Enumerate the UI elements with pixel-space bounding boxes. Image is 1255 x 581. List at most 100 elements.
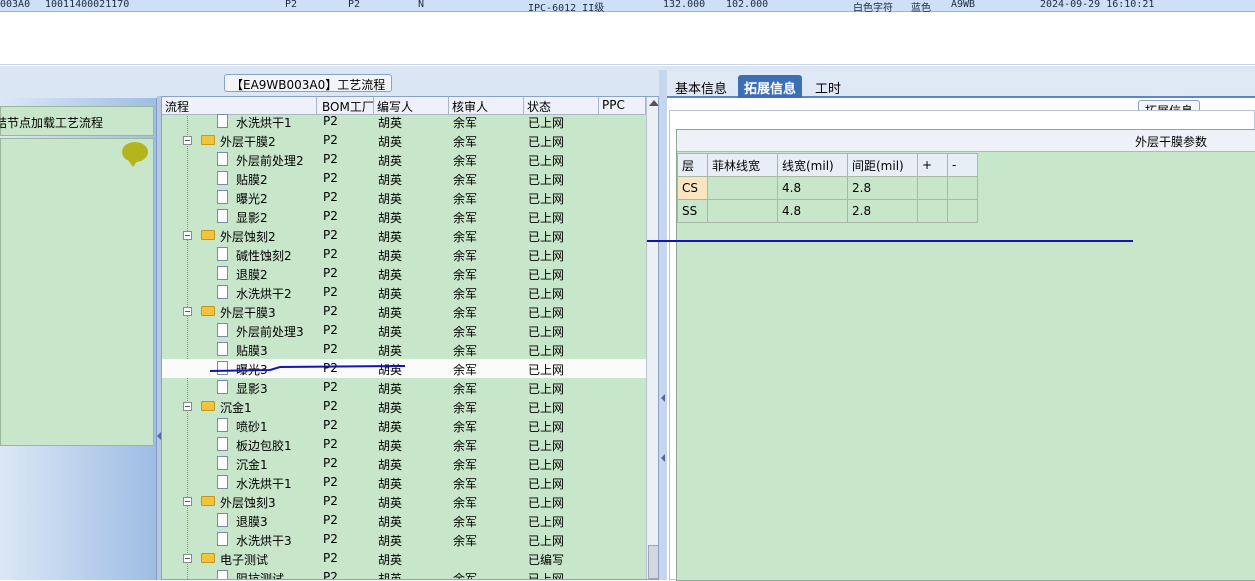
record-cell: P2	[285, 0, 298, 10]
tree-row[interactable]: 曝光2 P2 胡英 余军 已上网	[162, 188, 646, 207]
tree-row[interactable]: 水洗烘干1 P2 胡英 余军 已上网	[162, 473, 646, 492]
parameter-title: 外层干膜参数	[1135, 135, 1208, 149]
parameter-cell[interactable]	[947, 176, 978, 200]
tree-row[interactable]: 碱性蚀刻2 P2 胡英 余军 已上网	[162, 245, 646, 264]
reviewer-cell: 余军	[453, 211, 478, 225]
parameter-cell[interactable]	[917, 199, 948, 223]
detail-tabs: 基本信息 拓展信息 工时	[667, 70, 1255, 98]
reviewer-cell: 余军	[453, 477, 478, 491]
tree-folder-row[interactable]: − 外层干膜2 P2 胡英 余军 已上网	[162, 131, 646, 150]
collapse-toggle-icon[interactable]: −	[183, 307, 192, 316]
reviewer-cell: 余军	[453, 458, 478, 472]
collapse-toggle-icon[interactable]: −	[183, 136, 192, 145]
parameter-cell[interactable]	[707, 199, 778, 223]
load-hint: 结节点加载工艺流程	[0, 106, 154, 136]
collapse-toggle-icon[interactable]: −	[183, 402, 192, 411]
record-cell: A9WB	[951, 0, 976, 10]
tree-row[interactable]: 外层前处理3 P2 胡英 余军 已上网	[162, 321, 646, 340]
process-tree-panel: 流程 BOM工厂 编写人 核审人 状态 PPC 水洗烘干1 P2 胡英 余军 已上网 − 外层干膜2 P…	[161, 96, 659, 580]
parameter-cell[interactable]: 4.8	[777, 199, 848, 223]
collapse-toggle-icon[interactable]: −	[183, 231, 192, 240]
folder-icon	[201, 306, 215, 316]
tree-scrollbar[interactable]	[646, 97, 658, 579]
parameter-row[interactable]: CS 4.8 2.8	[677, 176, 978, 200]
speech-bubble-icon[interactable]	[122, 142, 148, 167]
tree-folder-row[interactable]: − 沉金1 P2 胡英 余军 已上网	[162, 397, 646, 416]
writer-cell: 胡英	[378, 458, 403, 472]
writer-cell: 胡英	[378, 135, 403, 149]
tree-row[interactable]: 退膜3 P2 胡英 余军 已上网	[162, 511, 646, 530]
parameter-cell[interactable]: 4.8	[777, 176, 848, 200]
document-icon	[217, 437, 228, 451]
left-green-area	[0, 138, 154, 446]
step-name-cell: 沉金1	[220, 401, 252, 415]
reviewer-cell: 余军	[453, 401, 478, 415]
tree-row[interactable]: 阻抗测试 P2 胡英 余军 已上网	[162, 568, 646, 580]
record-cell: IPC-6012 II级	[528, 3, 605, 14]
writer-cell: 胡英	[378, 496, 403, 510]
step-name-cell: 水洗烘干3	[236, 534, 292, 548]
tree-folder-row[interactable]: − 电子测试 P2 胡英 已编写	[162, 549, 646, 568]
status-cell: 已上网	[528, 439, 565, 453]
bom-factory-cell: P2	[323, 304, 338, 318]
left-panel: 结节点加载工艺流程	[0, 98, 157, 580]
record-row[interactable]: 003A0 10011400021170 P2 P2 N IPC-6012 II级 132.…	[0, 0, 1255, 14]
reviewer-cell: 余军	[453, 230, 478, 244]
parameter-cell[interactable]	[947, 199, 978, 223]
reviewer-cell: 余军	[453, 439, 478, 453]
parameter-header-cell[interactable]: -	[947, 153, 978, 177]
reviewer-cell: 余军	[453, 534, 478, 548]
bom-factory-cell: P2	[323, 114, 338, 128]
tree-folder-row[interactable]: − 外层干膜3 P2 胡英 余军 已上网	[162, 302, 646, 321]
parameter-cell[interactable]: 2.8	[847, 176, 918, 200]
tab-1[interactable]: 拓展信息	[738, 75, 803, 98]
status-cell: 已上网	[528, 420, 565, 434]
parameter-cell[interactable]: 2.8	[847, 199, 918, 223]
tree-folder-row[interactable]: − 外层蚀刻2 P2 胡英 余军 已上网	[162, 226, 646, 245]
tree-row[interactable]: 沉金1 P2 胡英 余军 已上网	[162, 454, 646, 473]
bom-factory-cell: P2	[323, 513, 338, 527]
bom-factory-cell: P2	[323, 456, 338, 470]
tree-row[interactable]: 水洗烘干3 P2 胡英 余军 已上网	[162, 530, 646, 549]
parameter-cell[interactable]	[917, 176, 948, 200]
step-name-cell: 喷砂1	[236, 420, 268, 434]
collapse-toggle-icon[interactable]: −	[183, 554, 192, 563]
bom-factory-cell: P2	[323, 570, 338, 580]
bom-factory-cell: P2	[323, 323, 338, 337]
tree-row[interactable]: 喷砂1 P2 胡英 余军 已上网	[162, 416, 646, 435]
reviewer-cell: 余军	[453, 249, 478, 263]
collapse-toggle-icon[interactable]: −	[183, 497, 192, 506]
record-cell: 003A0	[0, 0, 31, 10]
document-icon	[217, 247, 228, 261]
parameter-header-cell[interactable]: +	[917, 153, 948, 177]
tree-row[interactable]: 贴膜2 P2 胡英 余军 已上网	[162, 169, 646, 188]
tree-row[interactable]: 显影3 P2 胡英 余军 已上网	[162, 378, 646, 397]
right-splitter[interactable]	[659, 70, 667, 580]
writer-cell: 胡英	[378, 268, 403, 282]
writer-cell: 胡英	[378, 116, 403, 130]
expand-right-icon[interactable]	[661, 454, 665, 462]
tree-row[interactable]: 板边包胶1 P2 胡英 余军 已上网	[162, 435, 646, 454]
document-icon	[217, 285, 228, 299]
collapse-right-icon[interactable]	[661, 394, 665, 402]
scroll-up-icon[interactable]	[649, 100, 658, 106]
tab-2[interactable]: 工时	[809, 75, 847, 98]
bom-factory-cell: P2	[323, 190, 338, 204]
scroll-thumb[interactable]	[648, 545, 658, 579]
document-icon	[217, 209, 228, 223]
tree-folder-row[interactable]: − 外层蚀刻3 P2 胡英 余军 已上网	[162, 492, 646, 511]
tab-0[interactable]: 基本信息	[669, 75, 733, 98]
tree-row[interactable]: 退膜2 P2 胡英 余军 已上网	[162, 264, 646, 283]
tree-row[interactable]: 水洗烘干2 P2 胡英 余军 已上网	[162, 283, 646, 302]
parameter-header: 外层干膜参数	[677, 130, 1255, 152]
tree-row[interactable]: 贴膜3 P2 胡英 余军 已上网	[162, 340, 646, 359]
reviewer-cell: 余军	[453, 382, 478, 396]
parameter-row[interactable]: SS 4.8 2.8	[677, 199, 978, 223]
step-name-cell: 贴膜3	[236, 344, 268, 358]
record-cell: N	[418, 0, 425, 10]
tree-row[interactable]: 显影2 P2 胡英 余军 已上网	[162, 207, 646, 226]
tree-row[interactable]: 水洗烘干1 P2 胡英 余军 已上网	[162, 112, 646, 131]
parameter-cell[interactable]	[707, 176, 778, 200]
reviewer-cell: 余军	[453, 192, 478, 206]
tree-row[interactable]: 外层前处理2 P2 胡英 余军 已上网	[162, 150, 646, 169]
